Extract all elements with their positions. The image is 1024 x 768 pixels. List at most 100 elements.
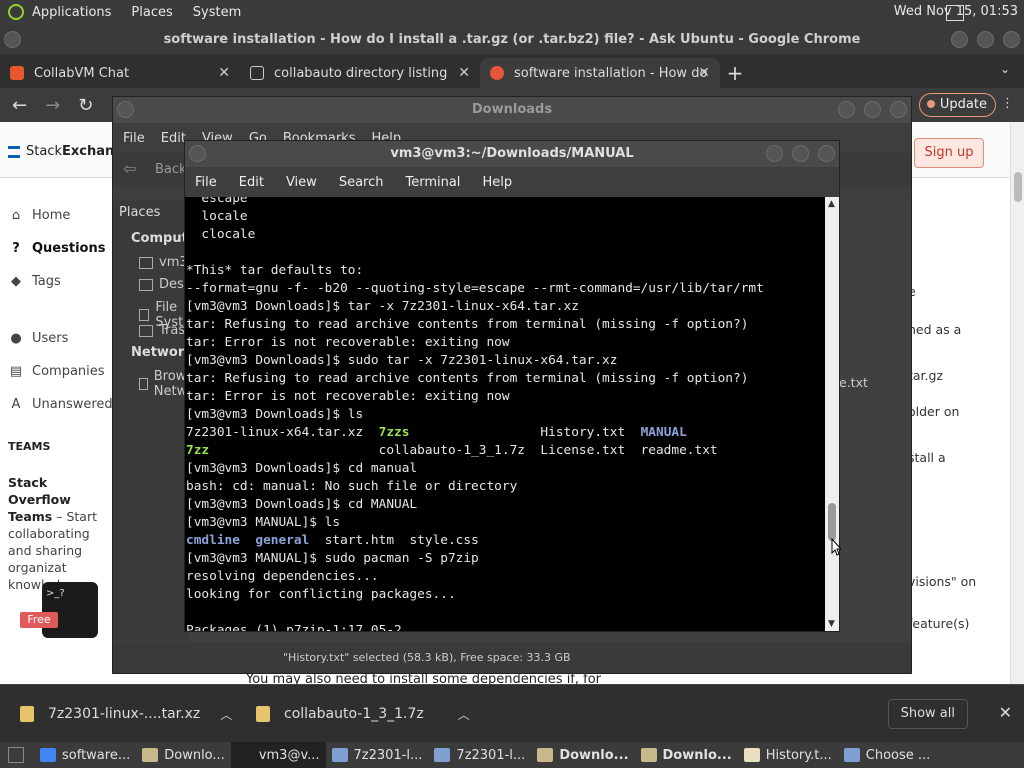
tab-software-installation[interactable]: software installation - How do ✕ bbox=[480, 58, 720, 88]
terminal-line: 7zz collabauto-1_3_1.7z License.txt read… bbox=[186, 442, 764, 460]
taskbar-item[interactable]: vm3@v... bbox=[230, 742, 326, 768]
terminal-output[interactable]: escape locale clocale *This* tar defaults… bbox=[185, 197, 827, 631]
page-text-fragment: older on bbox=[908, 404, 960, 419]
tab-collabvm-chat[interactable]: CollabVM Chat ✕ bbox=[0, 58, 240, 88]
show-desktop-icon[interactable] bbox=[8, 747, 24, 763]
page-text-fragment: feature(s) bbox=[908, 616, 970, 631]
maximize-icon[interactable] bbox=[864, 101, 881, 118]
app-icon bbox=[142, 748, 159, 762]
term-menu-view[interactable]: View bbox=[286, 175, 317, 190]
taskbar-item[interactable]: 7z2301-l... bbox=[326, 742, 429, 768]
page-text-fragment: stall a bbox=[908, 450, 946, 465]
tab-label: CollabVM Chat bbox=[34, 65, 130, 81]
nav-questions[interactable]: ? Questions bbox=[8, 241, 105, 256]
maximize-icon[interactable] bbox=[792, 145, 809, 162]
term-menu-help[interactable]: Help bbox=[482, 175, 512, 190]
nav-unanswered[interactable]: A Unanswered bbox=[8, 397, 113, 412]
tab-collabauto-listing[interactable]: collabauto directory listing ✕ bbox=[240, 58, 480, 88]
gnome-logo-icon[interactable] bbox=[8, 4, 24, 20]
taskbar-item[interactable]: Downlo... bbox=[136, 742, 231, 768]
place-home[interactable]: vm3 bbox=[139, 255, 188, 270]
minimize-icon[interactable] bbox=[951, 31, 968, 48]
chrome-titlebar[interactable]: software installation - How do I install… bbox=[0, 24, 1024, 54]
window-menu-icon[interactable] bbox=[117, 101, 134, 118]
fm-back-button[interactable]: Back bbox=[155, 162, 187, 177]
taskbar-item[interactable]: software... bbox=[34, 742, 136, 768]
terminal-text: tar: Error is not recoverable: exiting n… bbox=[186, 389, 510, 404]
scroll-up-icon[interactable]: ▲ bbox=[828, 199, 835, 209]
download-item-collabauto[interactable]: collabauto-1_3_1.7z ︿ bbox=[256, 685, 470, 743]
bottom-taskbar: software... Downlo... vm3@v... 7z2301-l... 7… bbox=[0, 742, 1024, 768]
taskbar-label: 7z2301-l... bbox=[456, 747, 526, 763]
app-icon bbox=[640, 748, 657, 762]
reload-icon[interactable]: ↻ bbox=[78, 95, 93, 116]
window-menu-icon[interactable] bbox=[4, 31, 21, 48]
tab-close-icon[interactable]: ✕ bbox=[698, 65, 710, 81]
term-menu-search[interactable]: Search bbox=[339, 175, 384, 190]
scrollbar-thumb[interactable] bbox=[1014, 172, 1022, 202]
terminal-line: --format=gnu -f- -b20 --quoting-style=es… bbox=[186, 280, 764, 298]
chevron-up-icon[interactable]: ︿ bbox=[458, 706, 470, 723]
file-manager-titlebar[interactable]: Downloads bbox=[113, 97, 911, 123]
term-menu-terminal[interactable]: Terminal bbox=[405, 175, 460, 190]
close-icon[interactable] bbox=[818, 145, 835, 162]
drive-icon bbox=[139, 309, 150, 321]
workspace-switcher-icon[interactable] bbox=[946, 5, 964, 21]
back-arrow-icon[interactable]: ⇦ bbox=[123, 159, 136, 178]
page-scrollbar[interactable] bbox=[1010, 122, 1024, 684]
taskbar-item[interactable]: Choose ... bbox=[838, 742, 937, 768]
terminal-line: cmdline general start.htm style.css bbox=[186, 532, 764, 550]
nav-tags[interactable]: ◆ Tags bbox=[8, 274, 61, 289]
terminal-text: [vm3@vm3 Downloads]$ ls bbox=[186, 407, 364, 422]
show-all-button[interactable]: Show all bbox=[887, 699, 968, 729]
menu-system[interactable]: System bbox=[193, 5, 241, 20]
terminal-text: 7z2301-linux-x64.tar.xz bbox=[186, 425, 379, 440]
scrollbar-thumb[interactable] bbox=[828, 503, 836, 541]
tab-close-icon[interactable]: ✕ bbox=[218, 65, 230, 81]
taskbar-item[interactable]: Downlo... bbox=[635, 742, 738, 768]
chrome-menu-icon[interactable]: ⋮ bbox=[1001, 96, 1014, 111]
tab-search-icon[interactable]: ⌄ bbox=[1000, 62, 1010, 76]
window-menu-icon[interactable] bbox=[189, 145, 206, 162]
nav-companies[interactable]: ▤ Companies bbox=[8, 364, 105, 379]
terminal-line: [vm3@vm3 Downloads]$ tar -x 7z2301-linux… bbox=[186, 298, 764, 316]
tab-close-icon[interactable]: ✕ bbox=[458, 65, 470, 81]
close-icon[interactable] bbox=[1003, 31, 1020, 48]
executable-name: 7zzs bbox=[378, 425, 410, 440]
term-menu-file[interactable]: File bbox=[195, 175, 217, 190]
fm-menu-file[interactable]: File bbox=[123, 131, 145, 146]
download-item-7z-tar[interactable]: 7z2301-linux-....tar.xz ︿ bbox=[20, 685, 232, 743]
terminal-line: tar: Refusing to read archive contents f… bbox=[186, 316, 764, 334]
terminal-line: tar: Error is not recoverable: exiting n… bbox=[186, 388, 764, 406]
scroll-down-icon[interactable]: ▼ bbox=[828, 619, 835, 629]
term-menu-edit[interactable]: Edit bbox=[239, 175, 264, 190]
close-icon[interactable]: ✕ bbox=[999, 703, 1012, 722]
places-header[interactable]: Places bbox=[119, 205, 160, 220]
file-label-fragment[interactable]: e.txt bbox=[839, 375, 868, 390]
taskbar-item[interactable]: History.t... bbox=[738, 742, 838, 768]
menu-places[interactable]: Places bbox=[131, 5, 172, 20]
terminal-line: [vm3@vm3 Downloads]$ ls bbox=[186, 406, 764, 424]
menu-applications[interactable]: Applications bbox=[32, 5, 111, 20]
nav-home[interactable]: ⌂ Home bbox=[8, 208, 71, 223]
update-button[interactable]: Update bbox=[918, 93, 996, 117]
terminal-scrollbar[interactable]: ▲ ▼ bbox=[825, 197, 839, 631]
minimize-icon[interactable] bbox=[838, 101, 855, 118]
forward-icon[interactable]: → bbox=[45, 95, 60, 116]
signup-button[interactable]: Sign up bbox=[914, 138, 984, 168]
taskbar-item[interactable]: 7z2301-l... bbox=[428, 742, 531, 768]
nav-users[interactable]: ● Users bbox=[8, 331, 68, 346]
close-icon[interactable] bbox=[890, 101, 907, 118]
new-tab-button[interactable]: + bbox=[720, 58, 750, 88]
terminal-titlebar[interactable]: vm3@vm3:~/Downloads/MANUAL bbox=[185, 141, 839, 167]
terminal-line: tar: Error is not recoverable: exiting n… bbox=[186, 334, 764, 352]
maximize-icon[interactable] bbox=[977, 31, 994, 48]
minimize-icon[interactable] bbox=[766, 145, 783, 162]
fm-menu-edit[interactable]: Edit bbox=[161, 131, 186, 146]
back-icon[interactable]: ← bbox=[12, 95, 27, 116]
terminal-line: [vm3@vm3 Downloads]$ cd MANUAL bbox=[186, 496, 764, 514]
taskbar-item[interactable]: Downlo... bbox=[531, 742, 634, 768]
chevron-up-icon[interactable]: ︿ bbox=[220, 706, 232, 723]
